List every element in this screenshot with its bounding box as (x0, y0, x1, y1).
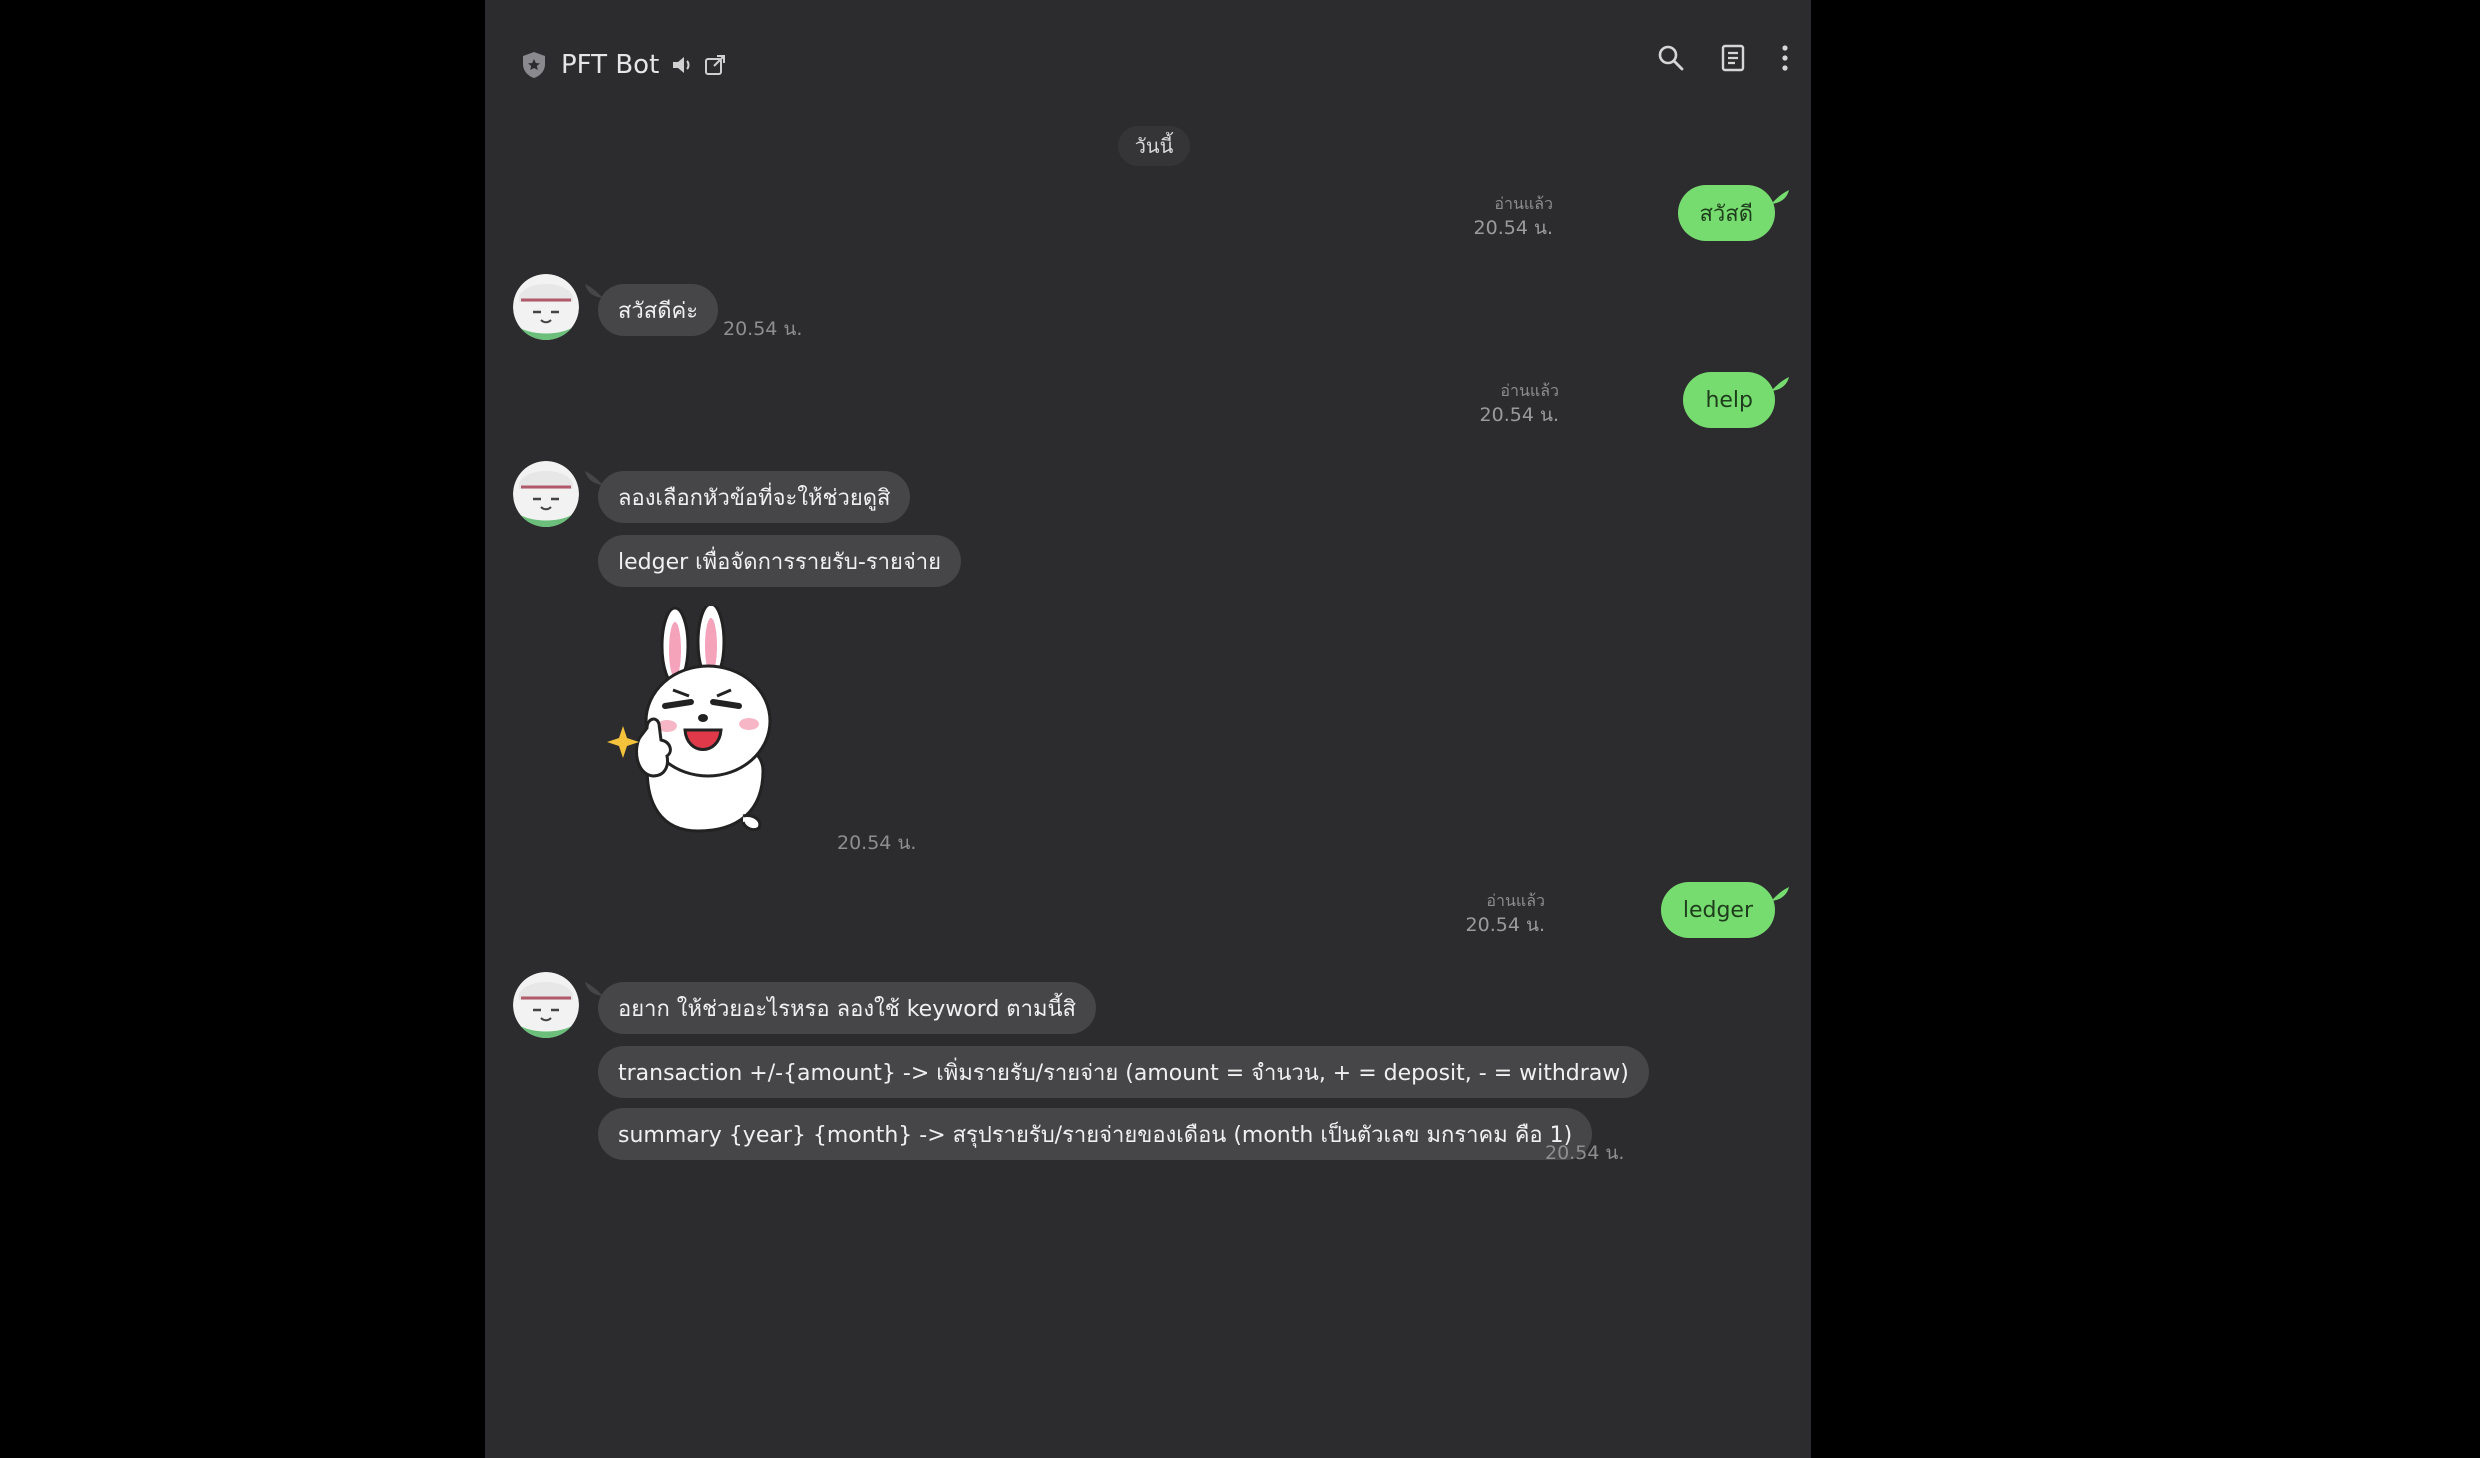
bot-avatar[interactable] (513, 461, 579, 527)
more-icon[interactable] (1781, 44, 1789, 72)
speaker-icon[interactable] (671, 54, 693, 76)
chat-title: PFT Bot (561, 50, 660, 80)
message-time: 20.54 น. (1465, 914, 1545, 936)
read-status: อ่านแล้ว (1494, 194, 1553, 213)
bot-message[interactable]: สวัสดีค่ะ (598, 284, 719, 336)
bot-message[interactable]: ledger เพื่อจัดการรายรับ-รายจ่าย (598, 535, 962, 587)
shield-icon (521, 51, 547, 79)
external-link-icon[interactable] (703, 53, 727, 77)
bunny-sticker[interactable] (603, 602, 803, 836)
note-icon[interactable] (1721, 44, 1745, 72)
bubble-tail (585, 471, 603, 485)
user-message[interactable]: ledger (1660, 882, 1775, 938)
bubble-tail (585, 982, 603, 996)
message-time: 20.54 น. (723, 318, 803, 340)
read-receipt: อ่านแล้ว 20.54 น. (1466, 888, 1545, 938)
bot-avatar[interactable] (513, 274, 579, 340)
user-message[interactable]: สวัสดี (1677, 185, 1775, 241)
message-time: 20.54 น. (1479, 404, 1559, 426)
bot-message[interactable]: ลองเลือกหัวข้อที่จะให้ช่วยดูสิ (598, 471, 911, 523)
read-receipt: อ่านแล้ว 20.54 น. (1474, 191, 1553, 241)
date-divider: วันนี้ (1118, 126, 1190, 166)
message-time: 20.54 น. (1545, 1142, 1625, 1164)
read-receipt: อ่านแล้ว 20.54 น. (1480, 378, 1559, 428)
search-icon[interactable] (1657, 44, 1685, 72)
bot-message[interactable]: transaction +/-{amount} -> เพิ่มรายรับ/ร… (598, 1046, 1649, 1098)
message-time: 20.54 น. (837, 832, 917, 854)
bot-avatar[interactable] (513, 972, 579, 1038)
chat-header: PFT Bot (485, 0, 1811, 130)
read-status: อ่านแล้ว (1486, 891, 1545, 910)
user-message[interactable]: help (1683, 372, 1775, 428)
chat-title-area: PFT Bot (521, 40, 727, 90)
bot-message[interactable]: อยาก ให้ช่วยอะไรหรอ ลองใช้ keyword ตามนี… (598, 982, 1096, 1034)
chat-window: PFT Bot วันนี้ อ่านแล้ว 20.54 น. สวัสดี … (485, 0, 1811, 1458)
bubble-tail (1771, 377, 1789, 391)
bubble-tail (1771, 190, 1789, 204)
bubble-tail (585, 284, 603, 298)
bubble-tail (1771, 887, 1789, 901)
read-status: อ่านแล้ว (1500, 381, 1559, 400)
message-time: 20.54 น. (1473, 217, 1553, 239)
header-actions (1657, 44, 1789, 72)
bot-message[interactable]: summary {year} {month} -> สรุปรายรับ/ราย… (598, 1108, 1593, 1160)
